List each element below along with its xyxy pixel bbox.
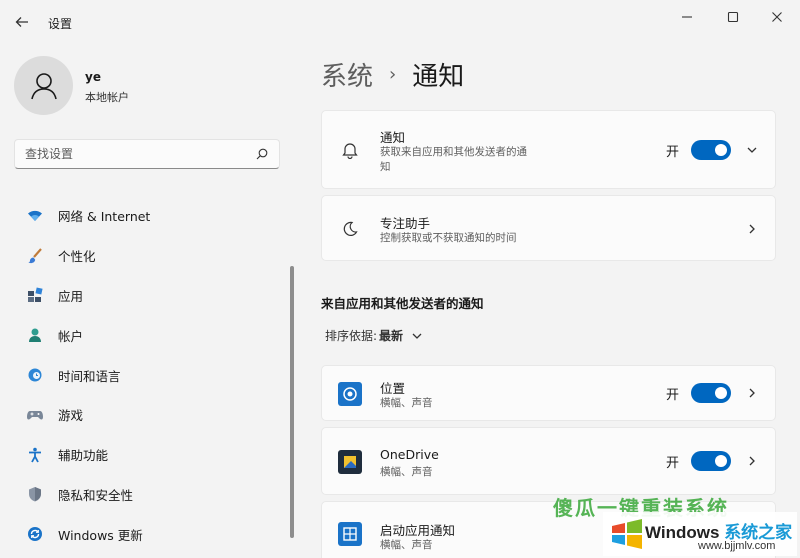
watermark: 傻瓜一键重装系统 Windows 系统之家 www.bjjmlv.com bbox=[545, 490, 800, 558]
focus-assist-subtitle: 控制获取或不获取通知的时间 bbox=[380, 232, 517, 244]
windows-logo-icon bbox=[612, 519, 642, 549]
app-title: 设置 bbox=[48, 17, 73, 31]
app-detail: 横幅、声音 bbox=[380, 539, 433, 551]
sidebar-item-privacy-security[interactable]: 隐私和安全性 bbox=[14, 475, 284, 515]
back-arrow-icon bbox=[15, 17, 28, 27]
shield-icon bbox=[26, 485, 44, 503]
gamepad-icon bbox=[26, 406, 44, 424]
person-icon bbox=[26, 326, 44, 344]
notifications-card[interactable]: 通知 获取来自应用和其他发送者的通 知 开 bbox=[321, 110, 776, 189]
sidebar-item-time-language[interactable]: 时间和语言 bbox=[14, 355, 284, 395]
sidebar-item-label: 网络 & Internet bbox=[58, 209, 151, 225]
chevron-right-icon[interactable] bbox=[744, 221, 760, 237]
toggle-state-label: 开 bbox=[666, 387, 680, 403]
focus-assist-card[interactable]: 专注助手 控制获取或不获取通知的时间 bbox=[321, 195, 776, 261]
maximize-icon bbox=[727, 11, 739, 23]
apps-icon bbox=[26, 286, 44, 304]
breadcrumb: 系统 › 通知 bbox=[321, 56, 464, 93]
app-toggle[interactable] bbox=[691, 451, 732, 471]
sidebar: ye 本地帐户 网络 & Internet 个性化 应用 bbox=[0, 44, 300, 558]
nav-list: 网络 & Internet 个性化 应用 帐户 时间和语言 游戏 辅助功能 隐私… bbox=[14, 196, 284, 554]
sidebar-item-label: 时间和语言 bbox=[58, 368, 121, 384]
close-icon bbox=[772, 12, 782, 22]
page-title: 通知 bbox=[412, 62, 465, 92]
notifications-toggle-group: 开 bbox=[666, 140, 732, 160]
back-button[interactable] bbox=[10, 10, 34, 34]
chevron-right-icon[interactable] bbox=[744, 385, 760, 401]
wifi-icon bbox=[26, 207, 44, 225]
app-toggle-group: 开 bbox=[666, 383, 732, 403]
focus-assist-title: 专注助手 bbox=[380, 216, 431, 231]
sidebar-scrollbar[interactable] bbox=[290, 266, 294, 538]
sidebar-item-accessibility[interactable]: 辅助功能 bbox=[14, 435, 284, 475]
app-name: 位置 bbox=[380, 381, 406, 396]
sidebar-item-label: 辅助功能 bbox=[58, 448, 109, 464]
search-icon[interactable] bbox=[255, 147, 269, 161]
app-name: OneDrive bbox=[380, 447, 439, 462]
user-icon bbox=[30, 72, 57, 99]
avatar[interactable] bbox=[14, 56, 73, 115]
account-type: 本地帐户 bbox=[85, 91, 129, 104]
title-bar: 设置 bbox=[0, 0, 800, 44]
sidebar-item-windows-update[interactable]: Windows 更新 bbox=[14, 514, 284, 554]
notifications-subtitle-line1: 获取来自应用和其他发送者的通 bbox=[380, 146, 527, 158]
sidebar-item-label: 隐私和安全性 bbox=[58, 487, 134, 503]
section-title: 来自应用和其他发送者的通知 bbox=[321, 296, 484, 311]
app-row-onedrive[interactable]: OneDrive 横幅、声音 开 bbox=[321, 427, 776, 495]
sidebar-item-label: 个性化 bbox=[58, 249, 96, 265]
sort-label: 排序依据: bbox=[325, 329, 378, 343]
sidebar-item-label: 游戏 bbox=[58, 408, 84, 424]
chevron-down-icon bbox=[412, 333, 422, 339]
accessibility-icon bbox=[26, 446, 44, 464]
globe-clock-icon bbox=[26, 366, 44, 384]
minimize-button[interactable] bbox=[672, 6, 702, 28]
sidebar-item-label: 应用 bbox=[58, 288, 84, 304]
notifications-toggle[interactable] bbox=[691, 140, 732, 160]
startup-apps-icon bbox=[338, 522, 362, 546]
update-icon bbox=[26, 525, 44, 543]
moon-icon bbox=[338, 217, 362, 241]
app-detail: 横幅、声音 bbox=[380, 397, 433, 409]
search-input[interactable] bbox=[25, 147, 255, 161]
breadcrumb-separator: › bbox=[389, 64, 397, 85]
sidebar-item-label: Windows 更新 bbox=[58, 527, 143, 543]
app-name: 启动应用通知 bbox=[380, 523, 456, 538]
sidebar-item-gaming[interactable]: 游戏 bbox=[14, 395, 284, 435]
onedrive-icon bbox=[338, 450, 362, 474]
sidebar-item-apps[interactable]: 应用 bbox=[14, 276, 284, 316]
watermark-box: Windows 系统之家 www.bjjmlv.com bbox=[603, 512, 797, 556]
bell-icon bbox=[338, 138, 362, 162]
chevron-down-icon[interactable] bbox=[744, 142, 760, 158]
app-toggle-group: 开 bbox=[666, 451, 732, 471]
breadcrumb-parent[interactable]: 系统 bbox=[321, 56, 373, 93]
toggle-state-label: 开 bbox=[666, 144, 680, 160]
sort-dropdown[interactable]: 排序依据: 最新 bbox=[325, 327, 423, 344]
app-toggle[interactable] bbox=[691, 383, 732, 403]
close-button[interactable] bbox=[762, 6, 792, 28]
app-detail: 横幅、声音 bbox=[380, 466, 433, 478]
user-name: ye bbox=[85, 70, 101, 84]
chevron-right-icon[interactable] bbox=[744, 453, 760, 469]
brush-icon bbox=[26, 247, 44, 265]
main-content: 系统 › 通知 通知 获取来自应用和其他发送者的通 知 开 专注助手 控制获取或… bbox=[321, 44, 776, 558]
notifications-subtitle-line2: 知 bbox=[380, 161, 391, 173]
toggle-state-label: 开 bbox=[666, 455, 680, 471]
sidebar-item-network[interactable]: 网络 & Internet bbox=[14, 196, 284, 236]
watermark-url: www.bjjmlv.com bbox=[698, 540, 776, 552]
notifications-title: 通知 bbox=[380, 130, 406, 145]
sidebar-item-label: 帐户 bbox=[58, 328, 84, 344]
sort-value: 最新 bbox=[379, 329, 404, 343]
sidebar-item-accounts[interactable]: 帐户 bbox=[14, 315, 284, 355]
minimize-icon bbox=[682, 16, 692, 18]
maximize-button[interactable] bbox=[718, 6, 748, 28]
app-row-location[interactable]: 位置 横幅、声音 开 bbox=[321, 365, 776, 421]
sidebar-item-personalization[interactable]: 个性化 bbox=[14, 236, 284, 276]
search-box[interactable] bbox=[14, 139, 280, 169]
location-icon bbox=[338, 382, 362, 406]
